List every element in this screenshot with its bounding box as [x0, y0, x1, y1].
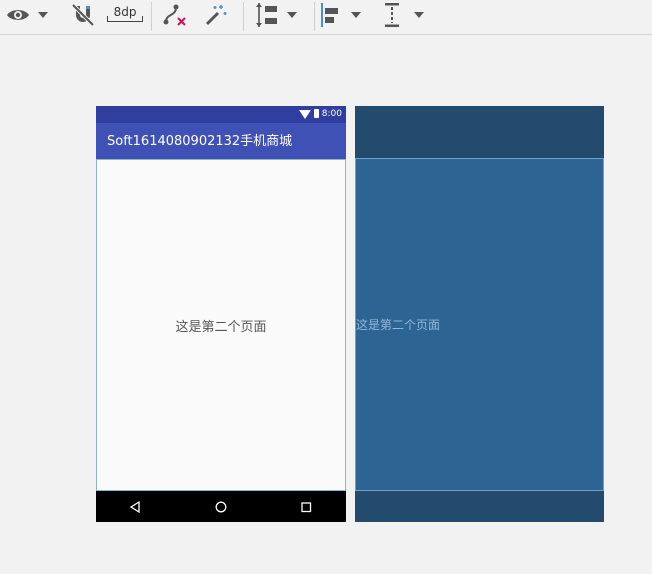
design-surface[interactable]: 8:00 Soft1614080902132手机商城 这是第二个页面 — [96, 106, 346, 522]
nav-recents-button — [294, 491, 318, 522]
app-title: Soft1614080902132手机商城 — [107, 134, 293, 149]
toolbar-separator — [314, 2, 315, 31]
clear-constraints-icon — [163, 4, 186, 26]
chevron-down-icon — [351, 12, 361, 18]
content-textview[interactable]: 这是第二个页面 — [97, 316, 345, 335]
toolbar-separator — [151, 2, 152, 31]
blueprint-constraint-layout[interactable]: 这是第二个页面 — [355, 158, 604, 491]
autoconnect-toggle[interactable] — [71, 0, 95, 30]
guidelines-dropdown[interactable] — [414, 0, 424, 30]
eye-icon — [7, 10, 29, 20]
align-button[interactable] — [320, 0, 342, 30]
guideline-icon — [385, 3, 399, 27]
navigation-bar — [96, 491, 346, 522]
wifi-icon — [299, 110, 311, 119]
battery-icon — [314, 109, 319, 118]
chevron-down-icon — [38, 12, 48, 18]
back-icon — [129, 500, 140, 513]
infer-constraints-button[interactable] — [204, 0, 228, 30]
pack-button[interactable] — [255, 0, 279, 30]
pack-icon — [256, 3, 277, 27]
margin-bracket — [107, 16, 143, 22]
status-time: 8:00 — [321, 109, 342, 119]
align-dropdown[interactable] — [351, 0, 361, 30]
toolbar-separator — [243, 2, 244, 31]
home-icon — [215, 501, 227, 512]
nav-back-button — [123, 491, 147, 522]
view-options-dropdown[interactable] — [38, 0, 48, 30]
magnet-off-icon — [71, 3, 95, 27]
constraint-layout[interactable]: 这是第二个页面 — [96, 159, 346, 491]
status-bar: 8:00 — [96, 106, 346, 123]
clear-constraints-button[interactable] — [162, 0, 188, 30]
recents-icon — [301, 501, 312, 512]
chevron-down-icon — [287, 12, 297, 18]
view-options-button[interactable] — [6, 0, 30, 30]
align-left-icon — [321, 3, 338, 27]
blueprint-surface[interactable]: 这是第二个页面 — [355, 106, 604, 522]
nav-home-button — [209, 491, 233, 522]
guidelines-button[interactable] — [383, 0, 401, 30]
blueprint-textview[interactable]: 这是第二个页面 — [356, 316, 440, 333]
default-margin-field[interactable]: 8dp — [106, 3, 144, 23]
layout-editor-toolbar: 8dp — [0, 0, 652, 35]
app-bar: Soft1614080902132手机商城 — [96, 123, 346, 159]
pack-dropdown[interactable] — [287, 0, 297, 30]
chevron-down-icon — [414, 12, 424, 18]
magic-wand-icon — [205, 5, 227, 26]
